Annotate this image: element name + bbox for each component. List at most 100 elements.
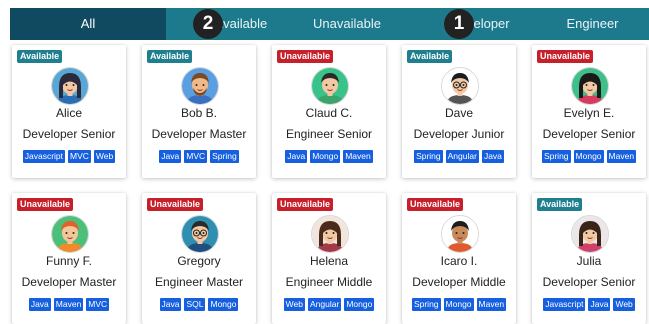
skill-tag: Angular	[445, 150, 479, 163]
tab-label: All	[80, 16, 96, 31]
skill-tag: Mongo	[310, 150, 341, 163]
avatar	[311, 215, 349, 253]
skill-tag: Maven	[606, 150, 637, 163]
person-name: Claud C.	[305, 106, 353, 120]
skill-tag: Javascript	[543, 298, 586, 311]
person-name: Helena	[309, 254, 349, 268]
skill-tag: Spring	[411, 298, 441, 311]
person-card[interactable]: Unavailable Claud C. Engineer Senior Java M…	[272, 45, 386, 178]
skill-tags: Java Maven MVC	[12, 298, 126, 311]
annotation-marker-2: 2	[193, 9, 223, 39]
person-role: Engineer Middle	[285, 275, 373, 289]
skill-tags: Web Angular Mongo	[272, 298, 386, 311]
skill-tags: Javascript Java Web	[532, 298, 646, 311]
skill-tag: SQL	[184, 298, 206, 311]
avatar	[51, 215, 89, 253]
person-role: Developer Junior	[413, 127, 505, 141]
avatar	[181, 67, 219, 105]
person-role: Developer Senior	[22, 127, 116, 141]
person-card[interactable]: Available Dave Developer Junior Spring Angu…	[402, 45, 516, 178]
tab-engineer[interactable]: Engineer	[536, 8, 649, 40]
tab-label: Unavailable	[313, 16, 381, 31]
status-badge: Available	[407, 50, 453, 63]
person-card[interactable]: Available Bob B. Developer Master Java MVC S…	[142, 45, 256, 178]
skill-tags: Java Mongo Maven	[272, 150, 386, 163]
status-badge: Available	[537, 198, 583, 211]
skill-tag: Java	[159, 298, 182, 311]
tab-label: Engineer	[566, 16, 619, 31]
person-name: Alice	[55, 106, 82, 120]
status-badge: Unavailable	[407, 198, 464, 211]
skill-tags: Spring Mongo Maven	[532, 150, 646, 163]
skill-tags: Java MVC Spring	[142, 150, 256, 163]
person-name: Evelyn E.	[563, 106, 615, 120]
skill-tag: Java	[588, 298, 611, 311]
person-card[interactable]: Unavailable Helena Engineer Middle Web Angu…	[272, 193, 386, 324]
person-name: Funny F.	[45, 254, 93, 268]
avatar	[311, 67, 349, 105]
person-card[interactable]: Unavailable Funny F. Developer Master Java…	[12, 193, 126, 324]
status-badge: Unavailable	[277, 198, 334, 211]
skill-tag: Java	[481, 150, 504, 163]
skill-tag: Mongo	[208, 298, 239, 311]
avatar	[441, 67, 479, 105]
tab-all[interactable]: All	[10, 8, 166, 40]
status-badge: Unavailable	[537, 50, 594, 63]
skill-tag: Web	[613, 298, 635, 311]
person-card[interactable]: Unavailable Icaro I. Developer Middle Spri…	[402, 193, 516, 324]
avatar	[51, 67, 89, 105]
person-role: Developer Senior	[542, 275, 636, 289]
person-card[interactable]: Available Julia Developer Senior Javascrip…	[532, 193, 646, 324]
skill-tag: Spring	[210, 150, 239, 163]
person-role: Developer Middle	[412, 275, 506, 289]
skill-tag: Javascript	[22, 150, 66, 163]
skill-tag: Angular	[308, 298, 342, 311]
avatar	[571, 67, 609, 105]
skill-tags: Spring Mongo Maven	[402, 298, 516, 311]
avatar	[181, 215, 219, 253]
skill-tag: Mongo	[573, 150, 604, 163]
skill-tag: MVC	[68, 150, 91, 163]
skill-tag: Spring	[541, 150, 571, 163]
avatar	[441, 215, 479, 253]
annotation-marker-1: 1	[444, 9, 474, 39]
skill-tags: Java SQL Mongo	[142, 298, 256, 311]
skill-tag: Web	[283, 298, 305, 311]
skill-tag: Java	[159, 150, 182, 163]
person-name: Dave	[444, 106, 473, 120]
status-badge: Available	[147, 50, 193, 63]
status-badge: Unavailable	[147, 198, 204, 211]
person-role: Engineer Senior	[285, 127, 373, 141]
person-role: Engineer Master	[154, 275, 244, 289]
tab-unavailable[interactable]: Unavailable	[288, 8, 406, 40]
skill-tag: Maven	[476, 298, 507, 311]
person-card[interactable]: Available Alice Developer Senior Javascrip…	[12, 45, 126, 178]
person-role: Developer Master	[151, 127, 247, 141]
status-badge: Available	[17, 50, 63, 63]
skill-tag: Java	[285, 150, 308, 163]
skill-tag: Mongo	[443, 298, 474, 311]
skill-tags: Spring Angular Java	[402, 150, 516, 163]
person-card[interactable]: Unavailable Gregory Engineer Master Java SQ…	[142, 193, 256, 324]
person-name: Bob B.	[180, 106, 218, 120]
skill-tag: Mongo	[344, 298, 375, 311]
skill-tag: Spring	[414, 150, 443, 163]
skill-tag: Java	[28, 298, 51, 311]
skill-tag: MVC	[86, 298, 110, 311]
status-badge: Unavailable	[277, 50, 334, 63]
person-name: Icaro I.	[440, 254, 478, 268]
skill-tag: MVC	[184, 150, 208, 163]
status-badge: Unavailable	[17, 198, 74, 211]
tab-available[interactable]: Available	[166, 8, 288, 40]
person-name: Gregory	[177, 254, 221, 268]
skill-tag: Maven	[53, 298, 84, 311]
skill-tags: Javascript MVC Web	[12, 150, 126, 163]
person-role: Developer Senior	[542, 127, 636, 141]
skill-tag: Maven	[343, 150, 373, 163]
person-role: Developer Master	[21, 275, 117, 289]
person-name: Julia	[576, 254, 602, 268]
skill-tag: Web	[93, 150, 116, 163]
filter-tab-bar: All Available Unavailable Developer Engi…	[10, 8, 649, 40]
person-card[interactable]: Unavailable Evelyn E. Developer Senior Spr…	[532, 45, 646, 178]
avatar	[571, 215, 609, 253]
